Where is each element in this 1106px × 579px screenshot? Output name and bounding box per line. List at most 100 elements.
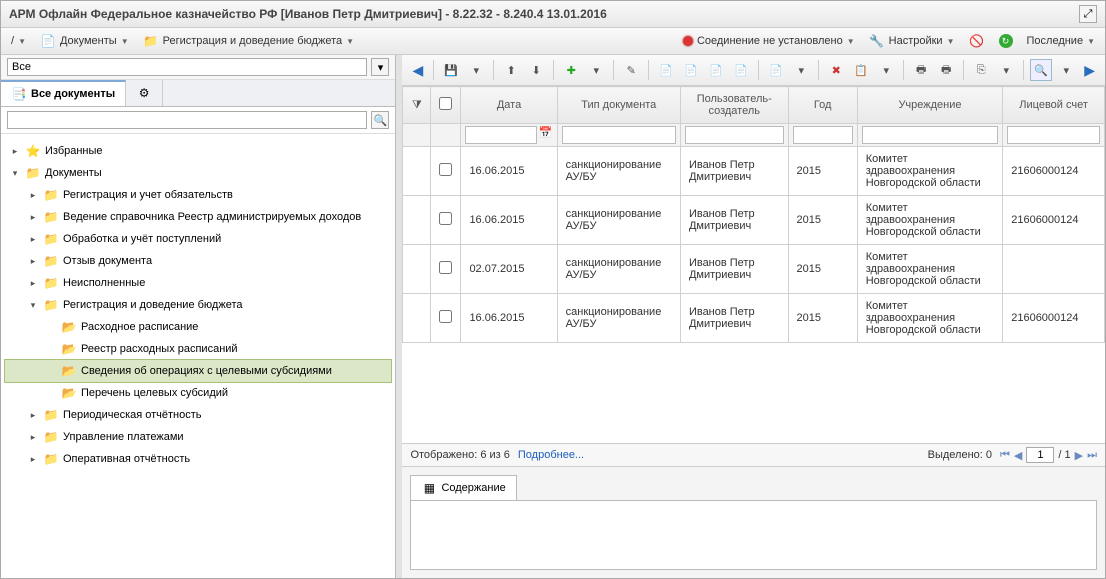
col-doctype[interactable]: Тип документа bbox=[557, 87, 680, 124]
cell-creator: Иванов Петр Дмитриевич bbox=[680, 196, 788, 245]
row-checkbox[interactable] bbox=[439, 261, 452, 274]
tree-child-selected[interactable]: 📂Сведения об операциях с целевыми субсид… bbox=[5, 360, 391, 382]
tool-doc3[interactable]: 📄 bbox=[705, 59, 727, 81]
col-year[interactable]: Год bbox=[788, 87, 857, 124]
cell-year: 2015 bbox=[788, 294, 857, 343]
col-acc[interactable]: Лицевой счет bbox=[1003, 87, 1105, 124]
menu-block[interactable]: 🚫 bbox=[965, 31, 989, 51]
tool-dd5[interactable]: ▾ bbox=[1055, 59, 1077, 81]
cell-date: 02.07.2015 bbox=[461, 245, 557, 294]
nav-prev-button[interactable]: ◀ bbox=[408, 62, 427, 79]
menu-registration[interactable]: 📁 Регистрация и доведение бюджета ▼ bbox=[139, 31, 358, 51]
content-icon: ▦ bbox=[421, 480, 437, 496]
tree-item[interactable]: ▸📁Периодическая отчётность bbox=[5, 404, 391, 426]
connection-status[interactable]: Соединение не установлено ▼ bbox=[679, 33, 859, 49]
detail-tab-content[interactable]: ▦ Содержание bbox=[410, 475, 516, 500]
documents-icon: 📄 bbox=[40, 33, 56, 49]
row-checkbox[interactable] bbox=[439, 310, 452, 323]
tool-delete[interactable]: ✖ bbox=[825, 59, 847, 81]
status-more-link[interactable]: Подробнее... bbox=[518, 449, 584, 461]
pager-last[interactable]: ⏭ bbox=[1087, 449, 1097, 462]
col-creator[interactable]: Пользователь-создатель bbox=[680, 87, 788, 124]
filter-date-input[interactable] bbox=[465, 126, 536, 144]
sidebar-search-input[interactable] bbox=[7, 58, 367, 76]
refresh-icon: ↻ bbox=[999, 34, 1013, 48]
window-title: АРМ Офлайн Федеральное казначейство РФ [… bbox=[9, 7, 1079, 21]
tool-print[interactable]: 🖶 bbox=[910, 59, 932, 81]
block-icon: 🚫 bbox=[969, 33, 985, 49]
tree-item[interactable]: ▸📁Управление платежами bbox=[5, 426, 391, 448]
tree-child[interactable]: 📂Перечень целевых субсидий bbox=[5, 382, 391, 404]
tool-more[interactable]: ▾ bbox=[585, 59, 607, 81]
table-row[interactable]: 02.07.2015санкционирование АУ/БУИванов П… bbox=[403, 245, 1105, 294]
tool-find[interactable]: 🔍 bbox=[1030, 59, 1052, 81]
row-checkbox[interactable] bbox=[439, 163, 452, 176]
table-row[interactable]: 16.06.2015санкционирование АУ/БУИванов П… bbox=[403, 196, 1105, 245]
filter-year-input[interactable] bbox=[793, 126, 853, 144]
tree-filter-input[interactable] bbox=[7, 111, 367, 129]
tool-edit[interactable]: ✎ bbox=[620, 59, 642, 81]
row-checkbox[interactable] bbox=[439, 212, 452, 225]
pager-prev[interactable]: ◀ bbox=[1014, 449, 1022, 462]
tool-save[interactable]: 💾 bbox=[440, 59, 462, 81]
folder-open-icon: 📂 bbox=[61, 319, 77, 335]
tree-item[interactable]: ▸📁Ведение справочника Реестр администрир… bbox=[5, 206, 391, 228]
tree-favorites[interactable]: ▸⭐Избранные bbox=[5, 140, 391, 162]
tree-item[interactable]: ▸📁Неисполненные bbox=[5, 272, 391, 294]
tree-child[interactable]: 📂Расходное расписание bbox=[5, 316, 391, 338]
sidebar-clear-button[interactable]: ▾ bbox=[371, 58, 389, 76]
tool-dd4[interactable]: ▾ bbox=[995, 59, 1017, 81]
tool-add[interactable]: ✚ bbox=[560, 59, 582, 81]
tree-documents[interactable]: ▾📁Документы bbox=[5, 162, 391, 184]
table-row[interactable]: 16.06.2015санкционирование АУ/БУИванов П… bbox=[403, 147, 1105, 196]
tool-doc2[interactable]: 📄 bbox=[680, 59, 702, 81]
tree-registration-budget[interactable]: ▾📁Регистрация и доведение бюджета bbox=[5, 294, 391, 316]
tool-dropdown[interactable]: ▾ bbox=[465, 59, 487, 81]
menu-root[interactable]: / ▼ bbox=[7, 33, 30, 49]
expand-button[interactable]: ⤢ bbox=[1079, 5, 1097, 23]
col-date[interactable]: Дата bbox=[461, 87, 557, 124]
tree-item[interactable]: ▸📁Отзыв документа bbox=[5, 250, 391, 272]
tab-all-documents[interactable]: 📑 Все документы bbox=[1, 80, 126, 106]
menu-settings[interactable]: 🔧 Настройки ▼ bbox=[865, 31, 959, 51]
menu-refresh[interactable]: ↻ bbox=[995, 32, 1017, 50]
tool-dd3[interactable]: ▾ bbox=[875, 59, 897, 81]
filter-org-input[interactable] bbox=[862, 126, 999, 144]
table-row[interactable]: 16.06.2015санкционирование АУ/БУИванов П… bbox=[403, 294, 1105, 343]
tool-dd2[interactable]: ▾ bbox=[790, 59, 812, 81]
tree-item[interactable]: ▸📁Оперативная отчётность bbox=[5, 448, 391, 470]
nav-next-button[interactable]: ▶ bbox=[1080, 62, 1099, 79]
select-all-checkbox[interactable] bbox=[439, 97, 452, 110]
tool-down[interactable]: ⬇ bbox=[525, 59, 547, 81]
tool-doc4[interactable]: 📄 bbox=[730, 59, 752, 81]
cell-creator: Иванов Петр Дмитриевич bbox=[680, 147, 788, 196]
filter-acc-input[interactable] bbox=[1007, 126, 1100, 144]
tree-item[interactable]: ▸📁Регистрация и учет обязательств bbox=[5, 184, 391, 206]
tool-print2[interactable]: 🖶 bbox=[935, 59, 957, 81]
tool-export[interactable]: ⎘ bbox=[970, 59, 992, 81]
col-org[interactable]: Учреждение bbox=[857, 87, 1003, 124]
tool-search-doc[interactable]: 📄 bbox=[765, 59, 787, 81]
filter-creator-input[interactable] bbox=[685, 126, 784, 144]
folder-icon: 📁 bbox=[43, 429, 59, 445]
tree-item[interactable]: ▸📁Обработка и учёт поступлений bbox=[5, 228, 391, 250]
pager-first[interactable]: ⏮ bbox=[1000, 449, 1010, 462]
pager-next[interactable]: ▶ bbox=[1075, 449, 1083, 462]
tree-child[interactable]: 📂Реестр расходных расписаний bbox=[5, 338, 391, 360]
status-shown: Отображено: 6 из 6 bbox=[410, 449, 509, 461]
filter-icon[interactable]: ⧩ bbox=[403, 87, 431, 124]
tool-copy[interactable]: 📋 bbox=[850, 59, 872, 81]
connection-icon bbox=[683, 36, 693, 46]
tab-all-label: Все документы bbox=[31, 88, 115, 100]
filter-doctype-input[interactable] bbox=[562, 126, 676, 144]
tree-filter-search-button[interactable]: 🔍 bbox=[371, 111, 389, 129]
pager: ⏮ ◀ / 1 ▶ ⏭ bbox=[1000, 447, 1097, 463]
tool-up[interactable]: ⬆ bbox=[500, 59, 522, 81]
calendar-icon[interactable] bbox=[539, 126, 553, 144]
menu-documents[interactable]: 📄 Документы ▼ bbox=[36, 31, 133, 51]
status-selected: Выделено: 0 bbox=[928, 449, 992, 461]
menu-recent[interactable]: Последние ▼ bbox=[1023, 33, 1100, 49]
tool-doc1[interactable]: 📄 bbox=[655, 59, 677, 81]
tab-settings[interactable]: ⚙ bbox=[126, 80, 163, 106]
pager-page-input[interactable] bbox=[1026, 447, 1054, 463]
